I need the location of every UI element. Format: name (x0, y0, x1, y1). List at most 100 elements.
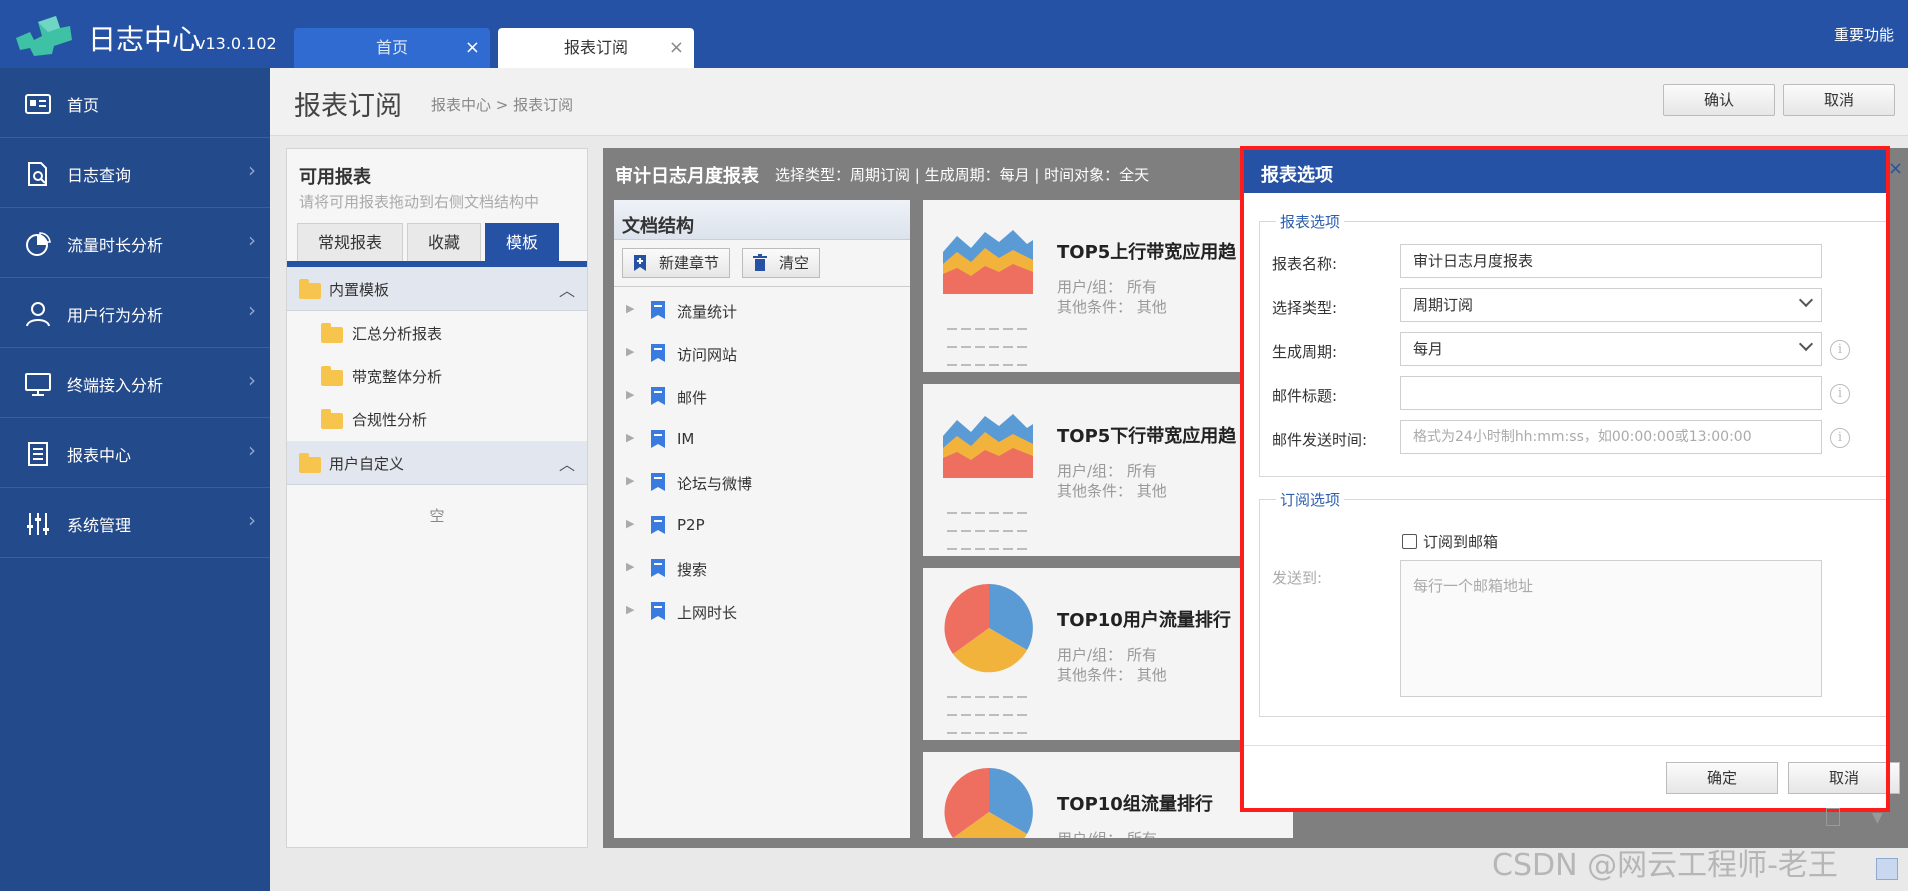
scroll-down-icon[interactable]: ▼ (1872, 810, 1883, 826)
report-card[interactable]: TOP5下行带宽应用趋 用户/组： 所有 其他条件： 其他 (923, 384, 1293, 556)
template-item[interactable]: 带宽整体分析 (287, 354, 587, 397)
group-user-defined[interactable]: 用户自定义 ︿ (287, 441, 587, 485)
send-time-input[interactable]: 格式为24小时制hh:mm:ss，如00:00:00或13:00:00 (1400, 420, 1822, 454)
sidebar-item-home[interactable]: 首页 (0, 68, 270, 138)
expand-icon[interactable]: ▶ (626, 517, 634, 530)
speaker-icon (1876, 858, 1898, 880)
sidebar-item-label: 终端接入分析 (67, 376, 164, 395)
doc-item[interactable]: ▶ 上网时长 (614, 590, 910, 633)
expand-icon[interactable]: ▶ (626, 388, 634, 401)
field-label: 生成周期: (1272, 343, 1338, 361)
chevron-right-icon: › (248, 298, 256, 322)
sidebar-item-system-management[interactable]: 系统管理 › (0, 488, 270, 558)
expand-icon[interactable]: ▶ (626, 560, 634, 573)
info-icon[interactable]: i (1830, 428, 1850, 448)
report-card[interactable]: TOP10用户流量排行 用户/组： 所有 其他条件： 其他 (923, 568, 1293, 740)
close-icon[interactable]: × (465, 28, 480, 68)
expand-icon[interactable]: ▶ (626, 302, 634, 315)
chevron-right-icon: › (248, 228, 256, 252)
doc-item[interactable]: ▶ 流量统计 (614, 289, 910, 332)
info-icon[interactable]: i (1830, 384, 1850, 404)
decorative-lines (947, 320, 1039, 374)
tab-templates[interactable]: 模板 (485, 223, 559, 263)
sidebar-item-label: 流量时长分析 (67, 236, 164, 255)
card-user: 用户/组： 所有 (1057, 646, 1157, 664)
app-version: v13.0.102 (196, 34, 277, 53)
sidebar-item-terminal-access[interactable]: 终端接入分析 › (0, 348, 270, 418)
expand-icon[interactable]: ▶ (626, 345, 634, 358)
sidebar-item-label: 报表中心 (67, 446, 132, 465)
tab-home[interactable]: 首页 × (294, 28, 490, 68)
dialog-cancel-button[interactable]: 取消 (1788, 762, 1900, 794)
info-icon[interactable]: i (1830, 340, 1850, 360)
period-select[interactable]: 每月 (1400, 332, 1822, 366)
group-label: 用户自定义 (329, 455, 405, 473)
doc-item-label: 流量统计 (677, 303, 738, 321)
template-item[interactable]: 合规性分析 (287, 397, 587, 440)
doc-item[interactable]: ▶ 搜索 (614, 547, 910, 590)
confirm-button[interactable]: 确认 (1663, 84, 1775, 116)
card-other: 其他条件： 其他 (1057, 666, 1167, 684)
expand-icon[interactable]: ▶ (626, 474, 634, 487)
chevron-right-icon: › (248, 158, 256, 182)
close-icon[interactable]: × (669, 28, 684, 68)
expand-icon[interactable]: ▶ (626, 603, 634, 616)
document-search-icon (28, 162, 47, 186)
clear-button[interactable]: 清空 (742, 248, 821, 278)
doc-item-label: 论坛与微博 (677, 475, 753, 493)
select-value: 周期订阅 (1413, 296, 1474, 314)
chevron-right-icon: › (248, 438, 256, 462)
tab-report-subscribe[interactable]: 报表订阅 × (498, 28, 694, 68)
page-title: 报表订阅 (294, 91, 402, 122)
doc-item[interactable]: ▶ P2P (614, 504, 910, 547)
tab-label: 报表订阅 (563, 38, 628, 57)
cancel-button[interactable]: 取消 (1783, 84, 1895, 116)
new-chapter-button[interactable]: 新建章节 (622, 248, 731, 278)
important-features-link[interactable]: 重要功能 (1834, 24, 1894, 45)
email-list-textarea[interactable]: 每行一个邮箱地址 (1400, 560, 1822, 697)
card-title: TOP10组流量排行 (1057, 794, 1213, 815)
tab-favorites[interactable]: 收藏 (407, 223, 481, 263)
sidebar: 首页 日志查询 › 流量时长分析 › 用户行为分析 › 终端接入分析 › 报表中… (0, 68, 270, 891)
panel-title: 可用报表 (299, 167, 371, 188)
tab-regular-reports[interactable]: 常规报表 (297, 223, 403, 263)
sidebar-item-traffic-analysis[interactable]: 流量时长分析 › (0, 208, 270, 278)
bookmark-plus-icon (634, 255, 646, 271)
page-header: 报表订阅 报表中心 > 报表订阅 确认 取消 (270, 68, 1908, 136)
area-chart-icon (943, 414, 1033, 478)
report-card[interactable]: TOP10组流量排行 用户/组： 所有 (923, 752, 1293, 838)
sidebar-item-label: 首页 (67, 96, 100, 115)
bookmark-icon (651, 430, 665, 448)
doc-item[interactable]: ▶ 邮件 (614, 375, 910, 418)
breadcrumb: 报表中心 > 报表订阅 (431, 96, 574, 114)
expand-icon[interactable]: ▶ (626, 431, 634, 444)
sidebar-item-user-behavior[interactable]: 用户行为分析 › (0, 278, 270, 348)
template-item[interactable]: 汇总分析报表 (287, 311, 587, 354)
subscribe-email-checkbox[interactable] (1402, 534, 1417, 549)
doc-item[interactable]: ▶ IM (614, 418, 910, 461)
ok-button[interactable]: 确定 (1666, 762, 1778, 794)
card-user: 用户/组： 所有 (1057, 828, 1157, 838)
group-builtin-templates[interactable]: 内置模板 ︿ (287, 267, 587, 311)
sidebar-item-log-query[interactable]: 日志查询 › (0, 138, 270, 208)
doc-item[interactable]: ▶ 访问网站 (614, 332, 910, 375)
decorative-lines (947, 688, 1039, 742)
chevron-up-icon[interactable]: ︿ (559, 451, 575, 475)
report-card[interactable]: TOP5上行带宽应用趋 用户/组： 所有 其他条件： 其他 (923, 200, 1293, 372)
bookmark-icon (651, 344, 665, 362)
template-label: 合规性分析 (352, 411, 428, 429)
type-select[interactable]: 周期订阅 (1400, 288, 1822, 322)
card-user: 用户/组： 所有 (1057, 462, 1157, 480)
report-name-input[interactable]: 审计日志月度报表 (1400, 244, 1822, 278)
email-subject-input[interactable] (1400, 376, 1822, 410)
trash-icon (753, 254, 767, 271)
close-icon[interactable]: × (1888, 158, 1903, 179)
field-label: 选择类型: (1272, 299, 1338, 317)
sidebar-item-report-center[interactable]: 报表中心 › (0, 418, 270, 488)
chevron-down-icon (1798, 292, 1814, 308)
pie-chart-icon (944, 767, 1033, 838)
checkbox-label: 订阅到邮箱 (1423, 533, 1499, 551)
chevron-up-icon[interactable]: ︿ (559, 277, 575, 301)
fieldset-legend: 订阅选项 (1276, 489, 1345, 510)
doc-item[interactable]: ▶ 论坛与微博 (614, 461, 910, 504)
